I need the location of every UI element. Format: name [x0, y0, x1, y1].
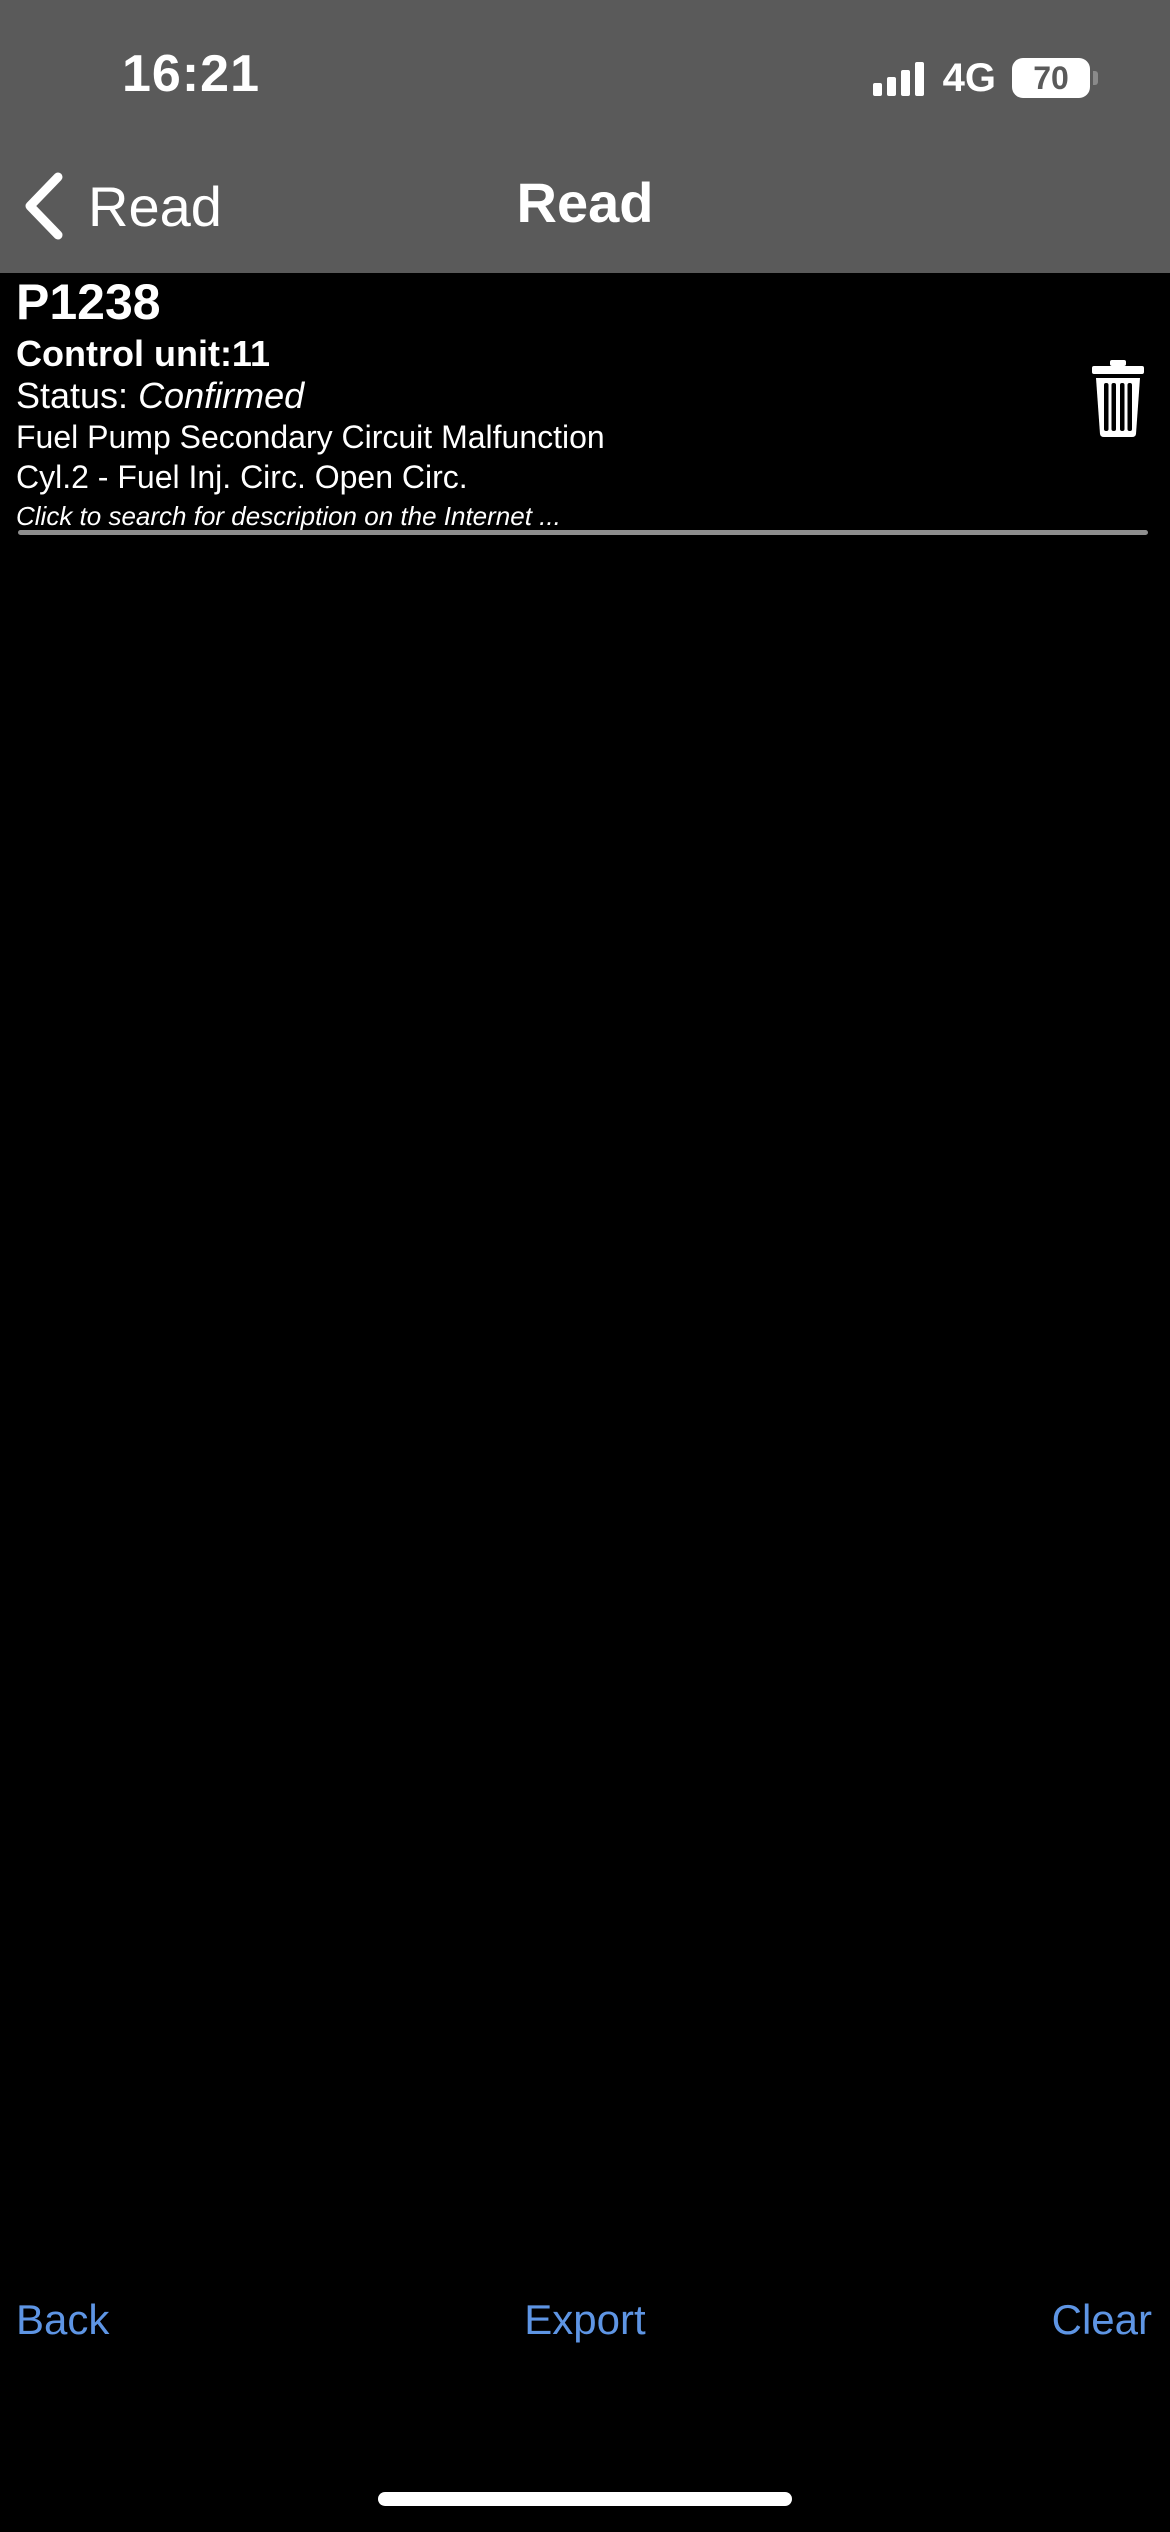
trash-icon[interactable] [1090, 358, 1146, 438]
network-type: 4G [942, 55, 996, 100]
page-title: Read [516, 171, 654, 234]
battery-icon: 70 [1012, 58, 1098, 98]
battery-cap [1093, 71, 1098, 85]
fault-entry[interactable]: P1238 Control unit:11 Status: Confirmed … [0, 273, 1170, 543]
fault-status-value: Confirmed [138, 375, 305, 416]
header: 16:21 4G 70 Read Read [0, 0, 1170, 273]
export-button[interactable]: Export [524, 2296, 645, 2344]
status-indicators: 4G 70 [872, 54, 1098, 102]
signal-strength-icon [872, 60, 929, 96]
battery-level: 70 [1033, 59, 1069, 96]
status-time: 16:21 [122, 45, 260, 103]
clear-button[interactable]: Clear [1052, 2296, 1152, 2344]
search-internet-hint[interactable]: Click to search for description on the I… [16, 501, 561, 532]
divider [18, 530, 1148, 535]
fault-control-unit: Control unit:11 [16, 333, 270, 374]
fault-status-prefix: Status: [16, 375, 139, 416]
fault-detail: Cyl.2 - Fuel Inj. Circ. Open Circ. [16, 459, 468, 495]
fault-status: Status: Confirmed [16, 375, 304, 417]
app-screen: 16:21 4G 70 Read Read P1238 Control unit… [0, 0, 1170, 2532]
fault-code: P1238 [16, 274, 161, 330]
home-indicator[interactable] [378, 2492, 792, 2506]
export-button-row: Export [0, 2296, 1170, 2344]
fault-description: Fuel Pump Secondary Circuit Malfunction [16, 419, 605, 455]
